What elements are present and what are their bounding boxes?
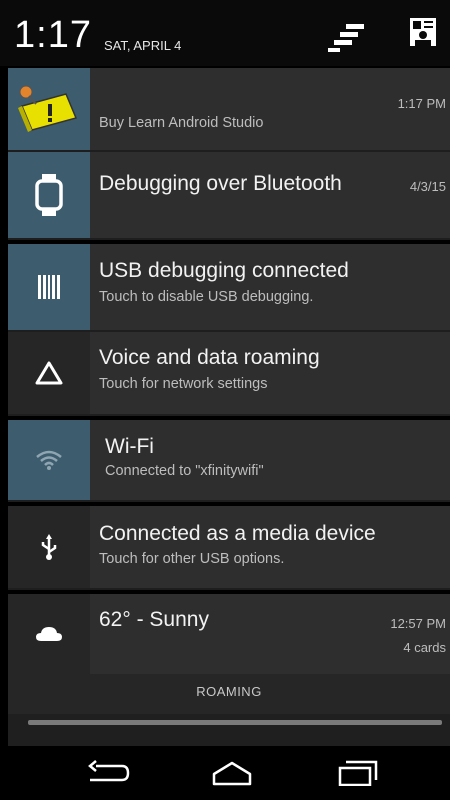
notification-debugging-over-bluetooth[interactable]: Debugging over Bluetooth 4/3/15 xyxy=(8,152,450,238)
label-tag-icon xyxy=(18,85,78,132)
notification-title: USB debugging connected xyxy=(99,259,349,282)
divider xyxy=(8,588,450,590)
notification-subtitle: Buy Learn Android Studio xyxy=(99,115,264,131)
notification-subtitle: Touch to disable USB debugging. xyxy=(99,289,314,305)
notification-icon-box xyxy=(8,506,90,588)
notification-title: Debugging over Bluetooth xyxy=(99,172,342,195)
notification-title: Wi-Fi xyxy=(105,435,154,458)
notification-subtitle: Touch for network settings xyxy=(99,376,268,392)
divider xyxy=(8,238,450,240)
notification-title: 62° - Sunny xyxy=(99,608,209,631)
notification-icon-box xyxy=(8,68,90,150)
notification-extra: 4 cards xyxy=(403,640,446,655)
notification-wifi[interactable]: Wi-Fi Connected to "xfinitywifi" xyxy=(8,420,450,500)
barcode-icon xyxy=(38,275,60,299)
smartwatch-icon xyxy=(35,174,63,216)
date[interactable]: SAT, APRIL 4 xyxy=(104,38,181,53)
notification-media-device[interactable]: Connected as a media device Touch for ot… xyxy=(8,506,450,588)
notification-usb-debugging[interactable]: USB debugging connected Touch to disable… xyxy=(8,244,450,330)
wifi-icon xyxy=(36,450,62,470)
back-icon[interactable] xyxy=(86,760,130,786)
quick-settings-icon[interactable] xyxy=(328,22,368,52)
shade-bottom xyxy=(8,714,450,746)
notification-icon-box xyxy=(8,244,90,330)
carrier-footer: ROAMING xyxy=(8,674,450,714)
warning-triangle-icon xyxy=(35,361,63,385)
notification-subtitle: Connected to "xfinitywifi" xyxy=(105,463,264,479)
notification-icon-box xyxy=(8,420,90,500)
roaming-label: ROAMING xyxy=(196,684,262,699)
notification-icon-box xyxy=(8,332,90,414)
shade-drag-handle[interactable] xyxy=(28,720,442,725)
notification-time: 1:17 PM xyxy=(397,96,446,111)
notification-time: 4/3/15 xyxy=(409,179,446,194)
notification-voice-data-roaming[interactable]: Voice and data roaming Touch for network… xyxy=(8,332,450,414)
recents-icon[interactable] xyxy=(336,760,380,786)
notification-subtitle: Touch for other USB options. xyxy=(99,551,285,567)
notification-time: 12:57 PM xyxy=(390,616,446,631)
usb-icon xyxy=(41,534,57,560)
notification-weather[interactable]: 62° - Sunny 12:57 PM 4 cards xyxy=(8,594,450,674)
notification-title: Connected as a media device xyxy=(99,522,376,545)
divider xyxy=(8,500,450,502)
notification-icon-box xyxy=(8,152,90,238)
notification-title: Voice and data roaming xyxy=(99,346,320,369)
status-bar: 1:17 SAT, APRIL 4 xyxy=(0,0,450,66)
navigation-bar xyxy=(0,746,450,800)
notification-icon-box xyxy=(8,594,90,674)
home-icon[interactable] xyxy=(210,760,254,786)
divider xyxy=(8,414,450,416)
cloud-icon xyxy=(36,627,62,641)
clock[interactable]: 1:17 xyxy=(14,14,92,57)
user-profile-icon[interactable] xyxy=(410,18,436,46)
notification-buy-learn-android-studio[interactable]: Buy Learn Android Studio 1:17 PM xyxy=(8,68,450,150)
